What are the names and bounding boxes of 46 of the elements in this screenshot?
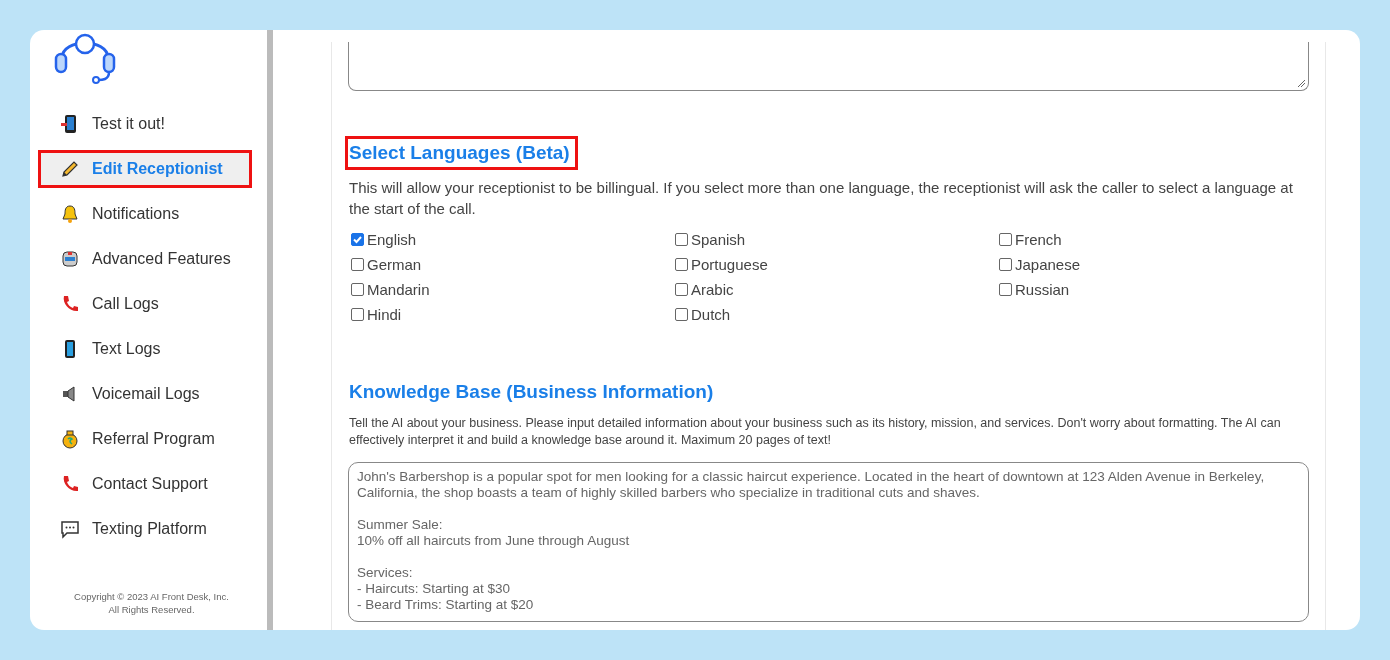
section-heading: Knowledge Base (Business Information) bbox=[348, 380, 715, 404]
checkbox[interactable] bbox=[999, 233, 1012, 246]
checkbox[interactable] bbox=[675, 258, 688, 271]
checkbox[interactable] bbox=[999, 283, 1012, 296]
nav-item[interactable]: Contact Support bbox=[40, 467, 250, 501]
bell-icon bbox=[60, 204, 80, 224]
nav-item[interactable]: Voicemail Logs bbox=[40, 377, 250, 411]
resize-grip-icon bbox=[1297, 79, 1306, 88]
checkbox-label: Arabic bbox=[691, 281, 734, 298]
checkbox-label: Mandarin bbox=[367, 281, 430, 298]
checkbox[interactable] bbox=[675, 233, 688, 246]
checkbox-label: Russian bbox=[1015, 281, 1070, 298]
robot-icon bbox=[60, 249, 80, 269]
checkbox-label: German bbox=[367, 256, 422, 273]
text-area-field[interactable] bbox=[348, 42, 1309, 91]
copyright-text: Copyright © 2023 AI Front Desk, Inc. bbox=[74, 590, 229, 603]
section-description: Tell the AI about your business. Please input detailed information about your business such as its history, mission, and services. Don't worry about formatting. The AI can effectively interpret it and build a knowledge base around it. Maximum 20 pages of text! bbox=[349, 415, 1282, 449]
nav-item[interactable]: Referral Program bbox=[40, 422, 250, 456]
nav-item[interactable]: Text Logs bbox=[40, 332, 250, 366]
nav-item[interactable]: Notifications bbox=[40, 197, 250, 231]
money-bag-icon bbox=[60, 429, 80, 449]
nav-item[interactable]: Advanced Features bbox=[40, 242, 250, 276]
section-heading: Select Languages (Beta) bbox=[348, 139, 575, 167]
checkbox-label: Spanish bbox=[691, 231, 746, 248]
checkbox[interactable] bbox=[351, 283, 364, 296]
checkbox[interactable] bbox=[999, 258, 1012, 271]
nav-item[interactable]: Test it out! bbox=[40, 107, 250, 141]
checkbox-label: Portuguese bbox=[691, 256, 768, 273]
checkbox-label: English bbox=[367, 231, 417, 248]
checkbox[interactable] bbox=[675, 283, 688, 296]
checkbox-label: Japanese bbox=[1015, 256, 1081, 273]
pencil-icon bbox=[60, 159, 80, 179]
chat-icon bbox=[60, 519, 80, 539]
checkbox-label: French bbox=[1015, 231, 1062, 248]
business-info-field[interactable]: John's Barbershop is a popular spot for men looking for a classic haircut experience. Located in the heart of downtown at 123 Alden Avenue in Berkeley, California, the shop boasts a team of highly skilled barbers who specialize in traditional cuts and shaves. Summer Sale: 10% off all haircuts from June through August Services: - Haircuts: Starting at $30 - Beard Trims: Starting at $20 bbox=[348, 462, 1309, 622]
checkbox[interactable] bbox=[351, 308, 364, 321]
checkbox-label: Hindi bbox=[367, 306, 402, 323]
checkbox[interactable] bbox=[351, 258, 364, 271]
checkbox[interactable] bbox=[351, 233, 364, 246]
checkbox-label: Dutch bbox=[691, 306, 731, 323]
scrollbar[interactable] bbox=[267, 30, 273, 630]
nav-item[interactable]: Call Logs bbox=[40, 287, 250, 321]
checkbox[interactable] bbox=[675, 308, 688, 321]
section-description: This will allow your receptionist to be billingual. If you select more than one language, the receptionist will ask the caller to select a language at the start of the call. bbox=[349, 178, 1294, 219]
copyright-text: All Rights Reserved. bbox=[108, 603, 195, 616]
nav-item[interactable]: Texting Platform bbox=[40, 512, 250, 546]
